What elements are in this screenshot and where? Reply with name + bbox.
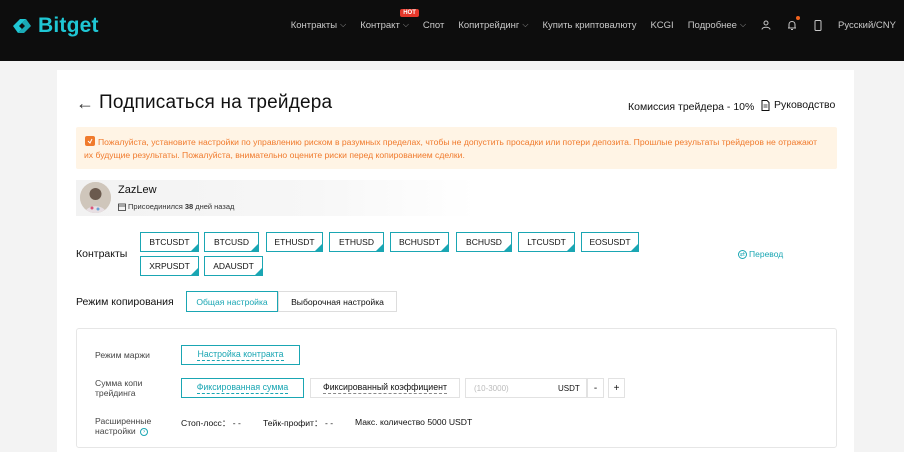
contract-chip-xrpusdt[interactable]: XRPUSDT: [140, 256, 199, 276]
page-title: Подписаться на трейдера: [99, 92, 333, 113]
advanced-settings-label[interactable]: Расширенные настройки ›: [95, 416, 175, 436]
document-icon: [761, 99, 770, 111]
mobile-icon[interactable]: [812, 19, 824, 31]
stop-loss-value: Стоп-лосс： - -: [181, 418, 241, 428]
notification-dot: [796, 16, 801, 20]
avatar: [80, 182, 111, 213]
fixed-ratio-button[interactable]: Фиксированный коэффициент: [310, 378, 460, 398]
bitget-logo[interactable]: Bitget: [10, 11, 99, 41]
brand-name: Bitget: [38, 14, 99, 37]
guide-link[interactable]: Руководство: [761, 99, 835, 111]
fixed-amount-button[interactable]: Фиксированная сумма: [181, 378, 304, 398]
risk-warning-text: Пожалуйста, установите настройки по упра…: [84, 137, 818, 160]
margin-mode-label: Режим маржи: [95, 350, 150, 360]
copy-mode-general-tab[interactable]: Общая настройка: [186, 291, 278, 312]
contract-chip-eosusdt[interactable]: EOSUSDT: [581, 232, 639, 252]
amount-unit: USDT: [558, 384, 580, 393]
transfer-icon: ⇄: [738, 249, 747, 259]
top-navbar: Bitget Контракты ⌵ Контракт ⌵ HOT Спот Коп…: [0, 0, 904, 61]
decrement-button[interactable]: -: [587, 378, 604, 398]
contract-chip-bchusdt[interactable]: BCHUSDT: [390, 232, 449, 252]
nav-item-spot[interactable]: Спот: [423, 20, 444, 31]
language-selector[interactable]: Русский/CNY: [838, 20, 896, 31]
contract-chip-btcusd[interactable]: BTCUSD: [204, 232, 259, 252]
risk-warning-banner: Пожалуйста, установите настройки по упра…: [76, 127, 837, 169]
nav-item-copytrading[interactable]: Копитрейдинг ⌵: [458, 20, 528, 31]
copy-mode-label: Режим копирования: [76, 296, 174, 308]
bell-icon[interactable]: [786, 16, 801, 31]
trader-commission: Комиссия трейдера - 10%: [628, 101, 755, 113]
contract-chip-ethusd[interactable]: ETHUSD: [329, 232, 384, 252]
nav-menu: Контракты ⌵ Контракт ⌵ HOT Спот Копитрейди…: [277, 0, 896, 50]
calendar-icon: [118, 203, 126, 211]
chevron-right-icon: ›: [140, 427, 149, 436]
nav-item-contracts[interactable]: Контракты ⌵: [291, 20, 347, 31]
chevron-down-icon: ⌵: [340, 20, 347, 29]
copy-amount-label: Сумма копи трейдинга: [95, 378, 143, 398]
trader-joined-date: Присоединился 38 дней назад: [118, 202, 234, 211]
contract-chip-btcusdt[interactable]: BTCUSDT: [140, 232, 199, 252]
nav-item-buy-crypto[interactable]: Купить криптовалюту: [542, 20, 636, 31]
trader-name: ZazLew: [118, 184, 157, 196]
user-icon[interactable]: [760, 19, 772, 31]
chevron-down-icon: ⌵: [402, 20, 409, 29]
increment-button[interactable]: +: [608, 378, 625, 398]
chevron-down-icon: ⌵: [739, 20, 747, 29]
hot-badge: HOT: [400, 8, 419, 17]
chevron-down-icon: ⌵: [522, 20, 529, 29]
max-amount-value: Макс. количество 5000 USDT: [355, 417, 473, 427]
contract-chip-ethusdt[interactable]: ETHUSDT: [266, 232, 323, 252]
contract-chip-bchusd[interactable]: BCHUSD: [456, 232, 512, 252]
nav-item-kcgi[interactable]: KCGI: [650, 20, 673, 31]
transfer-link[interactable]: ⇄ Перевод: [738, 249, 783, 259]
nav-item-more[interactable]: Подробнее ⌵: [688, 20, 746, 31]
copy-mode-custom-tab[interactable]: Выборочная настройка: [278, 291, 397, 312]
contract-chip-ltcusdt[interactable]: LTCUSDT: [518, 232, 575, 252]
contract-settings-button[interactable]: Настройка контракта: [181, 345, 300, 365]
nav-item-contract[interactable]: Контракт ⌵ HOT: [360, 8, 419, 31]
back-arrow-icon[interactable]: ←: [76, 94, 94, 112]
bitget-logo-icon: [10, 14, 34, 38]
trader-profile: ZazLew Присоединился 38 дней назад: [76, 180, 476, 216]
contracts-label: Контракты: [76, 248, 128, 260]
contract-chip-adausdt[interactable]: ADAUSDT: [204, 256, 263, 276]
take-profit-value: Тейк-профит： - -: [263, 418, 334, 428]
